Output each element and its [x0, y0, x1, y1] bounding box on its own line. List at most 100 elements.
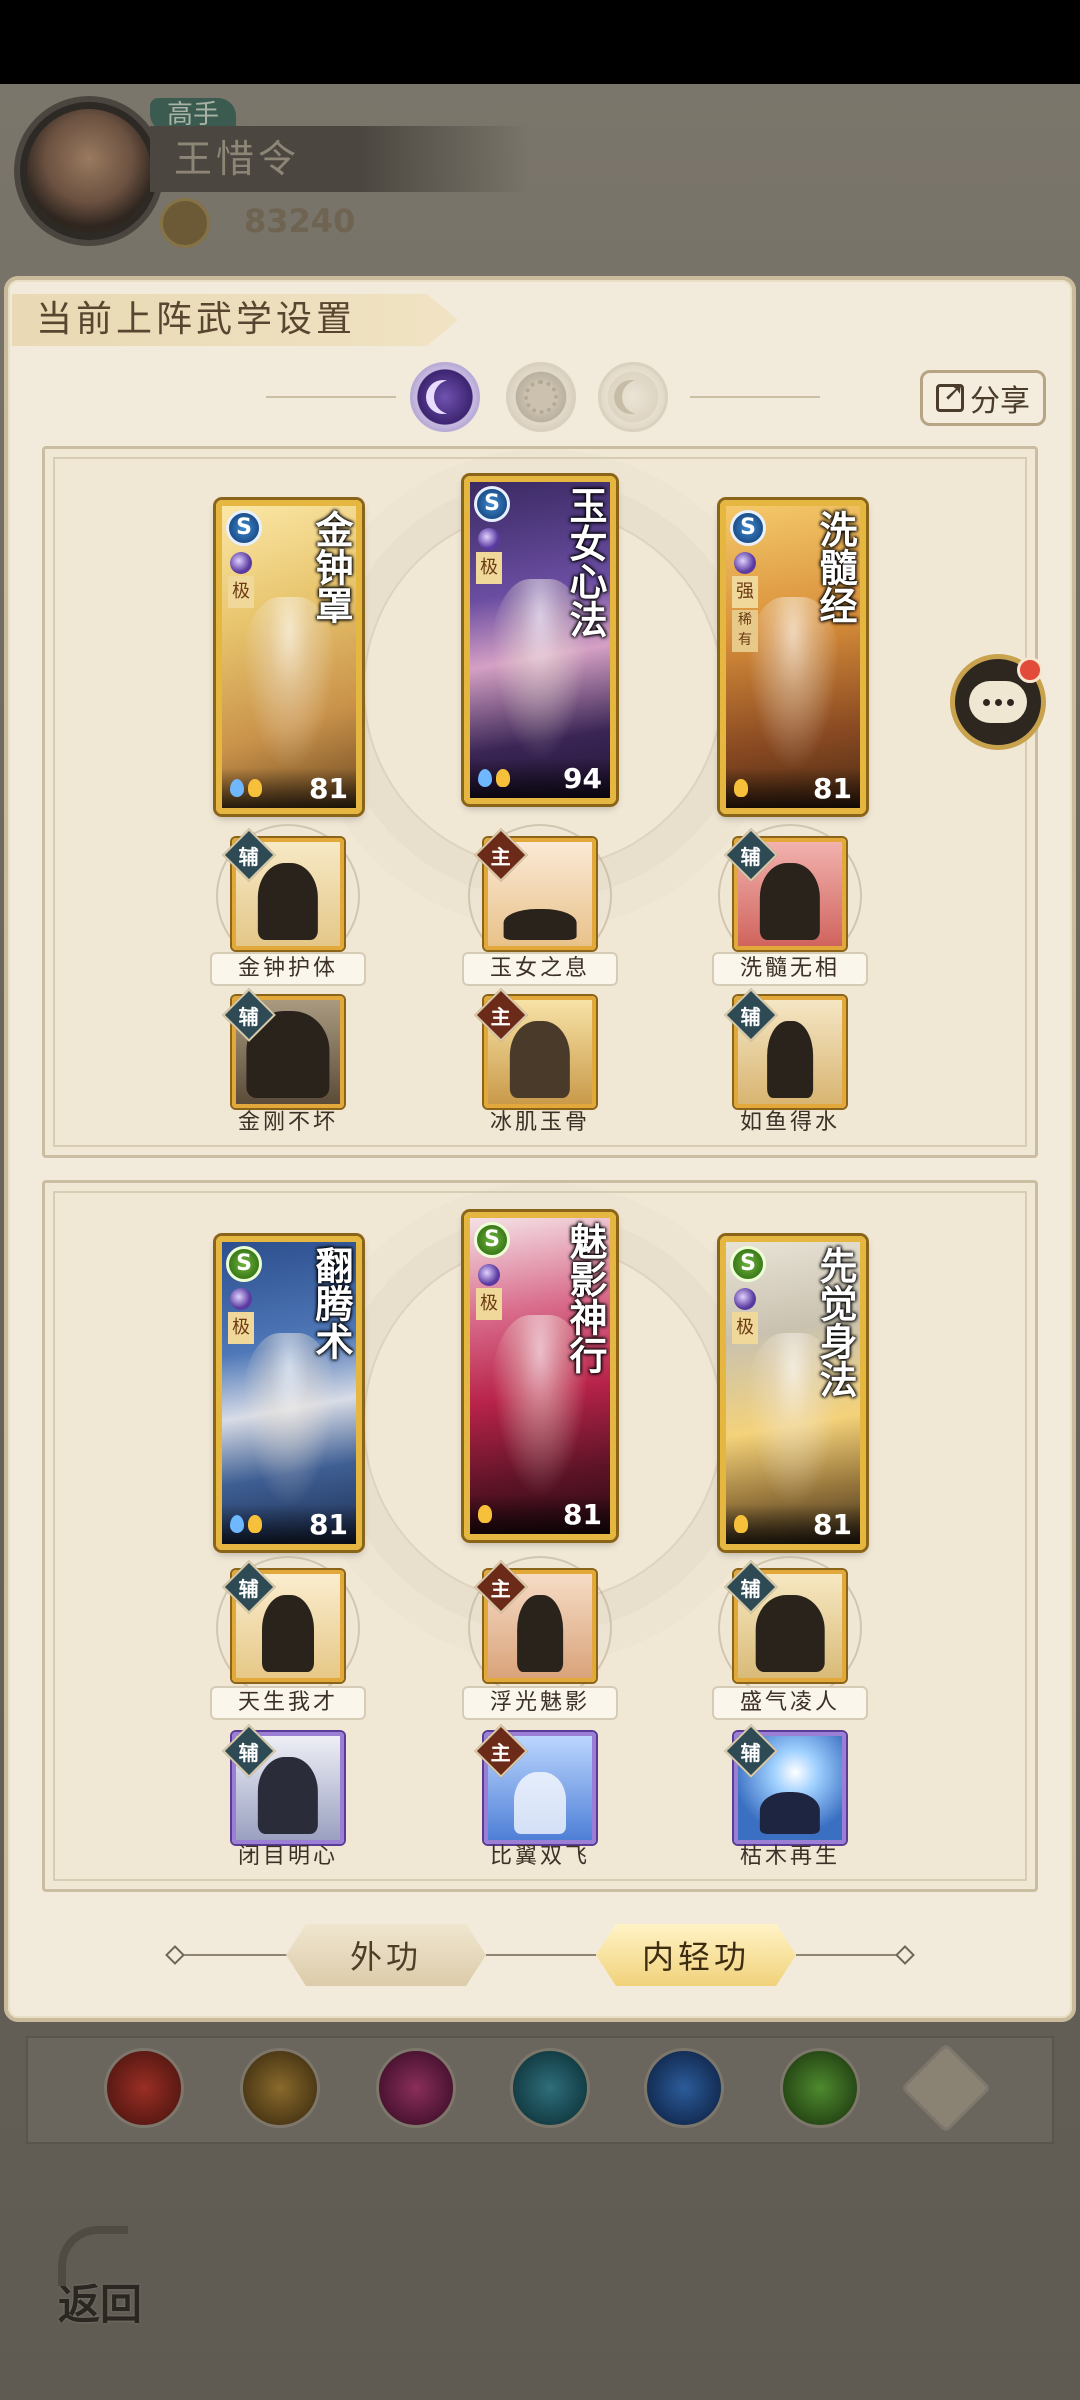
- tier-tag: 极: [228, 576, 254, 608]
- chat-icon: [969, 681, 1027, 723]
- slot-label: 天生我才: [210, 1686, 366, 1720]
- fist-school-icon[interactable]: [376, 2048, 456, 2128]
- card-footer: 81: [222, 1504, 356, 1544]
- role-label: 辅: [741, 844, 761, 869]
- tier-tag: 强: [732, 576, 758, 608]
- orb-icon: [734, 552, 756, 574]
- role-label: 主: [491, 844, 511, 869]
- slot-figure: [503, 908, 577, 940]
- skill-card-jinzhongzhao[interactable]: S 极 金钟罩 81: [216, 500, 362, 814]
- share-label: 分享: [970, 384, 1030, 419]
- orb-icon: [478, 528, 500, 550]
- tier-tag: 极: [476, 1288, 502, 1320]
- slot-figure: [514, 1771, 566, 1834]
- slot-label: 玉女之息: [462, 952, 618, 986]
- role-label: 辅: [741, 1740, 761, 1765]
- role-label: 主: [491, 1576, 511, 1601]
- sword-school-icon[interactable]: [104, 2048, 184, 2128]
- player-name: 王惜令: [150, 126, 530, 192]
- flame-icon: [248, 1515, 262, 1533]
- card-footer: 94: [470, 758, 610, 798]
- card-level: 81: [563, 1497, 602, 1531]
- taiji-school-icon[interactable]: [644, 2048, 724, 2128]
- player-avatar[interactable]: [14, 96, 164, 246]
- tier-tag: 极: [732, 1312, 758, 1344]
- slot-figure: [262, 1595, 314, 1672]
- fan-school-icon[interactable]: [510, 2048, 590, 2128]
- status-bar: [0, 0, 1080, 84]
- grade-badge: S: [226, 510, 262, 546]
- skill-card-meiyingshenxing[interactable]: S 极 魅影神行 81: [464, 1212, 616, 1540]
- power-icon: [160, 198, 210, 248]
- chat-button[interactable]: [950, 654, 1046, 750]
- slot-figure: [767, 1021, 813, 1098]
- orb-icon: [734, 1288, 756, 1310]
- card-title: 金钟罩: [309, 510, 354, 624]
- rarity-tag: 稀有: [732, 610, 758, 652]
- slot-label: 比翼双飞: [489, 1844, 590, 1869]
- slot-label: 冰肌玉骨: [489, 1110, 590, 1135]
- slot-figure: [517, 1595, 563, 1672]
- slot-label: 盛气凌人: [712, 1686, 868, 1720]
- tier-tag: 极: [228, 1312, 254, 1344]
- panel-title: 当前上阵武学设置: [12, 294, 458, 346]
- skill-card-yunvxinfa[interactable]: S 极 玉女心法 94: [464, 476, 616, 804]
- avatar-portrait: [27, 109, 151, 233]
- slot-label: 洗髓无相: [712, 952, 868, 986]
- slot-label: 枯木再生: [739, 1844, 840, 1869]
- card-title: 翻腾术: [309, 1246, 354, 1360]
- slot-figure: [759, 863, 821, 940]
- flame-icon: [248, 779, 262, 797]
- grade-badge: S: [474, 486, 510, 522]
- tab-rule-left: [176, 1954, 288, 1956]
- back-arrow-icon: [58, 2226, 128, 2286]
- card-level: 81: [813, 771, 852, 805]
- flame-icon: [734, 1515, 748, 1533]
- slot-figure: [257, 1757, 319, 1834]
- water-icon: [230, 1515, 244, 1533]
- orb-icon: [230, 552, 252, 574]
- role-label: 主: [491, 1004, 511, 1029]
- crescent-icon[interactable]: [598, 362, 668, 432]
- slot-figure: [759, 1792, 821, 1834]
- tier-tag: 极: [476, 552, 502, 584]
- slot-label: 金钟护体: [210, 952, 366, 986]
- tab-outer-skills[interactable]: 外功: [286, 1924, 486, 1986]
- card-title: 先觉身法: [813, 1246, 858, 1398]
- power-value: 83240: [244, 202, 356, 240]
- skill-card-fantengshu[interactable]: S 极 翻腾术 81: [216, 1236, 362, 1550]
- notification-dot: [1017, 657, 1043, 683]
- card-level: 81: [309, 1507, 348, 1541]
- card-title: 魅影神行: [563, 1222, 608, 1374]
- role-label: 辅: [239, 844, 259, 869]
- grade-badge: S: [474, 1222, 510, 1258]
- orb-icon: [230, 1288, 252, 1310]
- grade-badge: S: [226, 1246, 262, 1282]
- skill-card-xianjueshenfa[interactable]: S 极 先觉身法 81: [720, 1236, 866, 1550]
- card-footer: 81: [222, 768, 356, 808]
- slot-figure: [509, 1021, 571, 1098]
- slot-figure: [755, 1595, 825, 1672]
- card-footer: 81: [470, 1494, 610, 1534]
- grade-badge: S: [730, 1246, 766, 1282]
- skill-card-xisuijing[interactable]: S 强 稀有 洗髓经 81: [720, 500, 866, 814]
- divider-left: [266, 396, 396, 398]
- role-label: 辅: [239, 1576, 259, 1601]
- share-button[interactable]: 分享: [920, 370, 1046, 426]
- water-icon: [230, 779, 244, 797]
- orb-icon: [478, 1264, 500, 1286]
- tab-inner-skills[interactable]: 内轻功: [596, 1924, 796, 1986]
- blade-school-icon[interactable]: [240, 2048, 320, 2128]
- card-level: 81: [309, 771, 348, 805]
- divider-right: [690, 396, 820, 398]
- water-icon: [478, 769, 492, 787]
- card-footer: 81: [726, 1504, 860, 1544]
- tab-rule-right: [796, 1954, 902, 1956]
- moon-icon[interactable]: [410, 362, 480, 432]
- card-level: 94: [563, 761, 602, 795]
- role-label: 辅: [239, 1740, 259, 1765]
- sun-icon[interactable]: [506, 362, 576, 432]
- role-label: 辅: [741, 1576, 761, 1601]
- back-button[interactable]: 返回: [40, 2222, 160, 2332]
- staff-school-icon[interactable]: [780, 2048, 860, 2128]
